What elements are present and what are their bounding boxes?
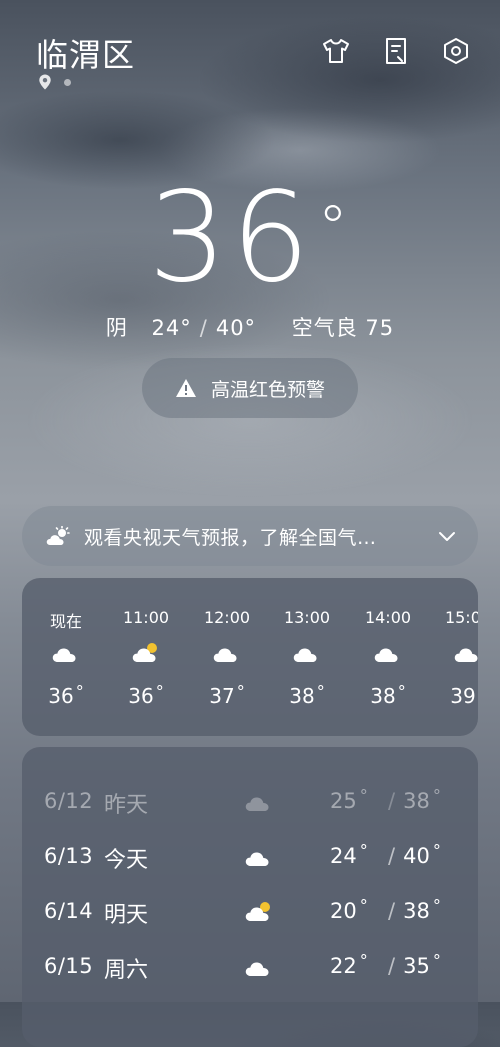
hour-time: 15:00: [433, 608, 478, 627]
hour-time: 14:00: [353, 608, 423, 627]
day-high: /38°: [388, 899, 441, 923]
hour-temp: 39°: [433, 684, 478, 708]
condition-text: 阴: [106, 316, 128, 340]
day-name: 明天: [104, 897, 148, 929]
high-temp: 40°: [216, 316, 256, 340]
city-name[interactable]: 临渭区: [36, 30, 135, 76]
day-low-value: 24: [330, 844, 357, 868]
daily-row[interactable]: 6/15 周六 22° /35°: [22, 944, 478, 984]
degree-symbol: °: [318, 193, 352, 263]
chevron-down-icon[interactable]: [438, 530, 456, 542]
hour-weather-icon: [212, 640, 242, 664]
hour-weather-icon: [292, 640, 322, 664]
warning-icon: [175, 378, 197, 398]
day-low-value: 20: [330, 899, 357, 923]
cloud-icon: [244, 954, 274, 978]
hour-weather-icon: [373, 640, 403, 664]
hour-temp-value: 36: [48, 684, 73, 708]
daily-forecast[interactable]: 6/12昨天25°/38°6/13今天24°/40°6/14明天20°/38°6…: [22, 747, 478, 1047]
temp-separator: /: [200, 316, 208, 340]
hour-temp-value: 37: [209, 684, 234, 708]
day-weather-icon: [244, 954, 274, 978]
hour-degree: °: [156, 682, 164, 701]
location-pager: [38, 74, 71, 90]
cloud-icon: [453, 640, 478, 664]
day-high-value: 38: [403, 789, 430, 813]
partly-sunny-icon: [46, 526, 72, 546]
partly-sunny-icon: [244, 899, 274, 923]
day-high-value: 40: [403, 844, 430, 868]
hour-temp: 38°: [353, 684, 423, 708]
day-low: 20°: [330, 899, 368, 923]
clothing-icon[interactable]: [322, 37, 350, 65]
top-bar: 临渭区: [0, 0, 500, 100]
hour-degree: °: [317, 682, 325, 701]
hour-time: 12:00: [192, 608, 262, 627]
cloud-icon: [51, 640, 81, 664]
day-name: 周六: [104, 952, 148, 984]
day-name: 昨天: [104, 787, 148, 819]
hour-time: 13:00: [272, 608, 342, 627]
hour-temp: 37°: [192, 684, 262, 708]
location-pin-icon: [38, 74, 52, 90]
hour-temp-value: 38: [289, 684, 314, 708]
hour-degree: °: [76, 682, 84, 701]
current-summary: 阴 24° / 40° 空气良 75: [0, 312, 500, 342]
daily-row[interactable]: 6/12 昨天 25° /38°: [22, 779, 478, 819]
cloud-icon: [212, 640, 242, 664]
day-high: /40°: [388, 844, 441, 868]
forecast-news-banner[interactable]: 观看央视天气预报，了解全国气…: [22, 506, 478, 566]
current-temperature-value: 36: [148, 166, 314, 310]
cloud-icon: [292, 640, 322, 664]
settings-icon[interactable]: [442, 37, 470, 65]
day-date: 6/14: [44, 899, 93, 923]
hour-temp-value: 39: [450, 684, 475, 708]
hour-weather-icon: [453, 640, 478, 664]
notes-icon[interactable]: [382, 37, 410, 65]
partly-sunny-icon: [131, 640, 161, 664]
daily-row[interactable]: 6/13 今天 24° /40°: [22, 834, 478, 874]
weather-warning-button[interactable]: 高温红色预警: [142, 358, 358, 418]
day-weather-icon: [244, 899, 274, 923]
day-low: 24°: [330, 844, 368, 868]
day-low-value: 25: [330, 789, 357, 813]
news-text: 观看央视天气预报，了解全国气…: [84, 523, 422, 550]
daily-row[interactable]: 6/14 明天 20° /38°: [22, 889, 478, 929]
day-high-value: 35: [403, 954, 430, 978]
hourly-forecast[interactable]: 现在36°11:0036°12:0037°13:0038°14:0038°15:…: [22, 578, 478, 736]
hour-temp-value: 38: [370, 684, 395, 708]
day-high: /35°: [388, 954, 441, 978]
day-weather-icon: [244, 789, 274, 813]
warning-label: 高温红色预警: [211, 375, 325, 402]
day-name: 今天: [104, 842, 148, 874]
hour-degree: °: [398, 682, 406, 701]
day-weather-icon: [244, 844, 274, 868]
day-high-value: 38: [403, 899, 430, 923]
cloud-icon: [373, 640, 403, 664]
page-indicator-dot: [64, 79, 71, 86]
hour-weather-icon: [131, 640, 161, 664]
day-date: 6/15: [44, 954, 93, 978]
hour-temp: 36°: [111, 684, 181, 708]
hour-temp: 38°: [272, 684, 342, 708]
hour-degree: °: [237, 682, 245, 701]
day-date: 6/13: [44, 844, 93, 868]
air-quality[interactable]: 空气良 75: [292, 316, 394, 340]
day-low: 22°: [330, 954, 368, 978]
hour-temp: 36°: [31, 684, 101, 708]
cloud-icon: [244, 789, 274, 813]
hour-time: 11:00: [111, 608, 181, 627]
cloud-icon: [244, 844, 274, 868]
low-temp: 24°: [152, 316, 192, 340]
day-low-value: 22: [330, 954, 357, 978]
day-date: 6/12: [44, 789, 93, 813]
top-actions: [322, 37, 470, 65]
hour-time: 现在: [31, 608, 101, 632]
hour-temp-value: 36: [128, 684, 153, 708]
hour-weather-icon: [51, 640, 81, 664]
current-temperature: 36°: [0, 168, 500, 308]
day-low: 25°: [330, 789, 368, 813]
day-high: /38°: [388, 789, 441, 813]
